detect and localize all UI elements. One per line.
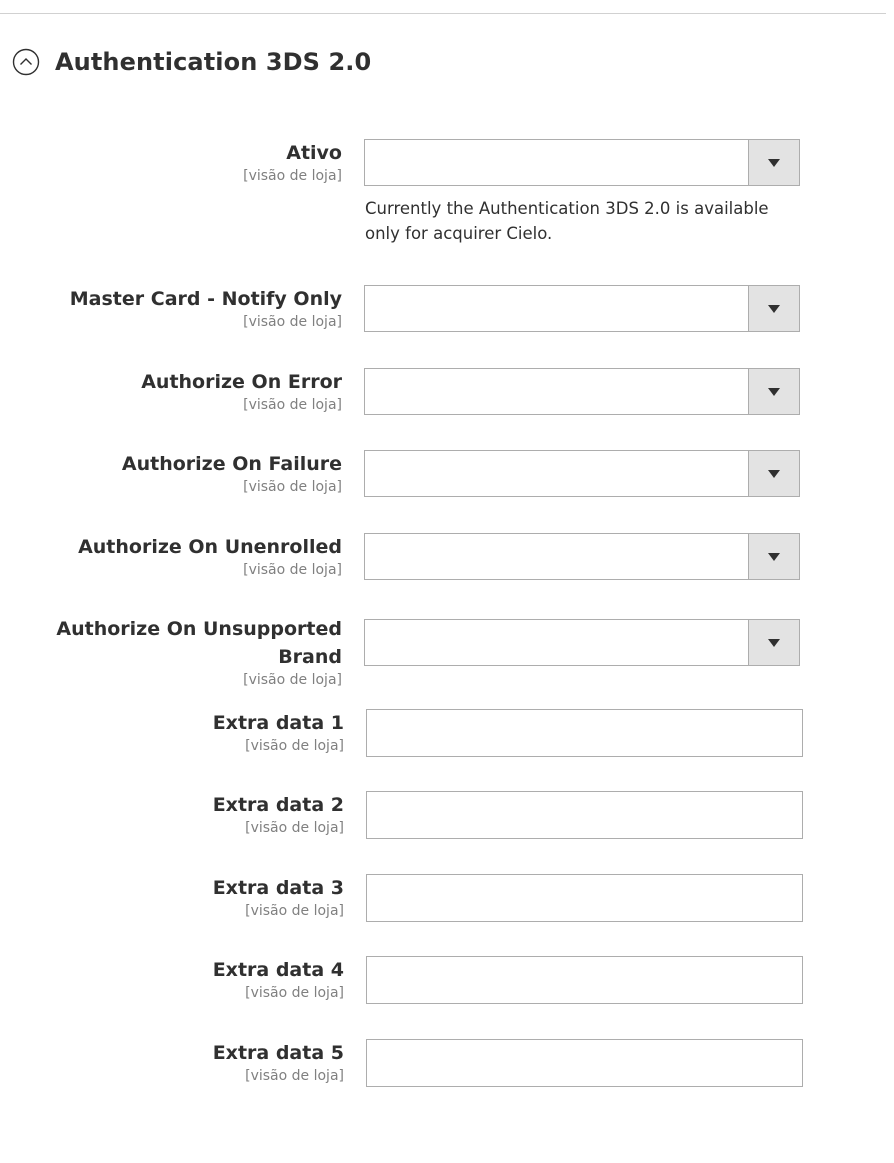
field-label: Master Card - Notify Only [69, 288, 342, 310]
authorize-on-unsupported-brand-select[interactable] [364, 619, 800, 666]
field-label-group: Ativo [visão de loja] [42, 139, 342, 185]
dropdown-arrow-button[interactable] [748, 369, 799, 414]
field-label: Extra data 4 [212, 959, 344, 981]
scope-label: [visão de loja] [243, 479, 342, 495]
caret-down-icon [768, 304, 780, 313]
field-label-group: Extra data 5 [visão de loja] [44, 1039, 344, 1085]
caret-down-icon [768, 158, 780, 167]
section-header-toggle[interactable]: Authentication 3DS 2.0 [12, 42, 371, 82]
extra-data-3-input[interactable] [366, 874, 803, 922]
scope-label: [visão de loja] [243, 168, 342, 184]
field-label-group: Extra data 1 [visão de loja] [44, 709, 344, 755]
section-divider [0, 13, 886, 14]
extra-data-4-input[interactable] [366, 956, 803, 1004]
scope-label: [visão de loja] [245, 1068, 344, 1084]
field-label-group: Authorize On Unsupported Brand [visão de… [42, 615, 342, 689]
scope-label: [visão de loja] [243, 314, 342, 330]
field-label-group: Extra data 4 [visão de loja] [44, 956, 344, 1002]
field-label-group: Authorize On Error [visão de loja] [42, 368, 342, 414]
scope-label: [visão de loja] [245, 738, 344, 754]
authorize-on-failure-select[interactable] [364, 450, 800, 497]
scope-label: [visão de loja] [243, 672, 342, 688]
scope-label: [visão de loja] [245, 903, 344, 919]
scope-label: [visão de loja] [243, 397, 342, 413]
field-label-group: Master Card - Notify Only [visão de loja… [42, 285, 342, 331]
field-label: Extra data 5 [212, 1042, 344, 1064]
extra-data-1-input[interactable] [366, 709, 803, 757]
field-label: Authorize On Failure [121, 453, 342, 475]
field-label-line-2: Brand [278, 646, 342, 668]
field-label: Extra data 3 [212, 877, 344, 899]
scope-label: [visão de loja] [245, 985, 344, 1001]
authorize-on-error-select[interactable] [364, 368, 800, 415]
field-label-group: Extra data 3 [visão de loja] [44, 874, 344, 920]
mastercard-notify-only-select[interactable] [364, 285, 800, 332]
extra-data-2-input[interactable] [366, 791, 803, 839]
caret-down-icon [768, 387, 780, 396]
dropdown-arrow-button[interactable] [748, 620, 799, 665]
field-label: Extra data 2 [212, 794, 344, 816]
field-label: Authorize On Error [141, 371, 342, 393]
dropdown-arrow-button[interactable] [748, 451, 799, 496]
caret-down-icon [768, 638, 780, 647]
field-label-line-1: Authorize On Unsupported [56, 618, 342, 640]
scope-label: [visão de loja] [243, 562, 342, 578]
field-label-group: Authorize On Failure [visão de loja] [42, 450, 342, 496]
ativo-select[interactable] [364, 139, 800, 186]
field-label-group: Authorize On Unenrolled [visão de loja] [42, 533, 342, 579]
dropdown-arrow-button[interactable] [748, 534, 799, 579]
chevron-up-circle-icon[interactable] [12, 48, 40, 76]
field-label: Ativo [286, 142, 342, 164]
dropdown-arrow-button[interactable] [748, 286, 799, 331]
caret-down-icon [768, 552, 780, 561]
scope-label: [visão de loja] [245, 820, 344, 836]
authorize-on-unenrolled-select[interactable] [364, 533, 800, 580]
field-label: Extra data 1 [212, 712, 344, 734]
section-title: Authentication 3DS 2.0 [55, 48, 372, 76]
caret-down-icon [768, 469, 780, 478]
extra-data-5-input[interactable] [366, 1039, 803, 1087]
field-note: Currently the Authentication 3DS 2.0 is … [365, 199, 769, 243]
dropdown-arrow-button[interactable] [748, 140, 799, 185]
field-label: Authorize On Unenrolled [78, 536, 342, 558]
field-label-group: Extra data 2 [visão de loja] [44, 791, 344, 837]
